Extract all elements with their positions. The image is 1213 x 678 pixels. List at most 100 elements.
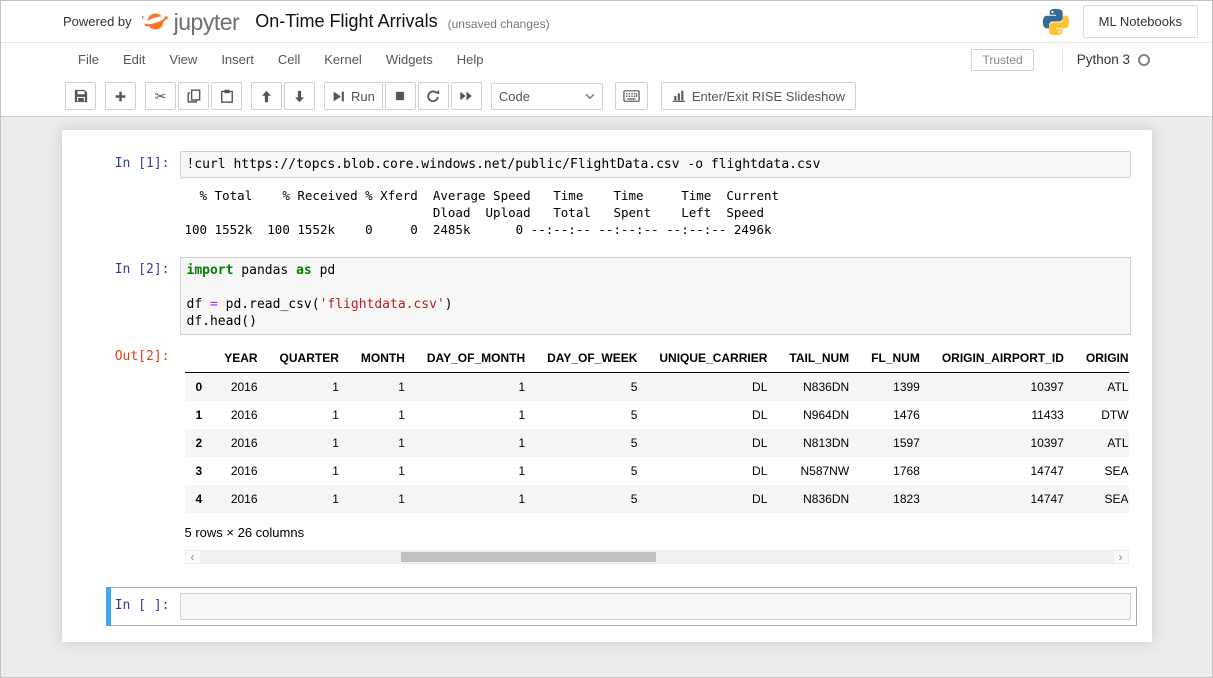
- cell-3-in-prompt: In [ ]:: [112, 593, 180, 620]
- arrow-up-icon: [260, 90, 273, 103]
- keyboard-icon: [623, 89, 640, 103]
- ml-notebooks-button[interactable]: ML Notebooks: [1083, 5, 1198, 38]
- cell-1-output-prompt: [112, 178, 180, 242]
- menu-insert[interactable]: Insert: [209, 45, 266, 74]
- cell-2-in-prompt: In [2]:: [112, 257, 180, 335]
- cell-1-in-prompt: In [1]:: [112, 151, 180, 178]
- move-cell-down-button[interactable]: [284, 82, 315, 110]
- copy-icon: [187, 89, 201, 103]
- dataframe-cell: 1: [416, 373, 536, 402]
- code-cell-3-selected[interactable]: In [ ]:: [106, 587, 1137, 626]
- dataframe-cell: ATL: [1075, 373, 1129, 402]
- jupyter-planet-icon: [142, 8, 169, 35]
- dataframe-column-header: FL_NUM: [860, 344, 931, 373]
- curl-progress-output: % Total % Received % Xferd Average Speed…: [185, 187, 1129, 238]
- code-cell-1[interactable]: In [1]: !curl https://topcs.blob.core.wi…: [106, 145, 1137, 248]
- browser-window: Powered by jupyter On-Time Flight Arriva…: [0, 0, 1213, 678]
- plus-icon: [114, 90, 127, 103]
- cell-type-select[interactable]: Code: [491, 83, 603, 110]
- cell-2-out-prompt: Out[2]:: [112, 335, 180, 568]
- notebook-title[interactable]: On-Time Flight Arrivals: [255, 11, 437, 32]
- dataframe-cell: 14747: [931, 485, 1075, 513]
- dataframe-cell: 2016: [213, 457, 268, 485]
- scroll-left-arrow-icon[interactable]: ‹: [186, 551, 200, 563]
- move-cell-up-button[interactable]: [251, 82, 282, 110]
- cell-1-output-row: % Total % Received % Xferd Average Speed…: [112, 178, 1131, 242]
- dataframe-cell: 5: [536, 457, 648, 485]
- dataframe-cell: DL: [648, 485, 778, 513]
- dataframe-column-header: ORIGIN: [1075, 344, 1129, 373]
- dataframe-cell: 5: [536, 401, 648, 429]
- menubar-right: Trusted Python 3: [971, 49, 1150, 71]
- notebook-container: In [1]: !curl https://topcs.blob.core.wi…: [1, 117, 1212, 677]
- dataframe-cell: ATL: [1075, 429, 1129, 457]
- horizontal-scrollbar[interactable]: ‹ ›: [185, 550, 1129, 564]
- dataframe-row: 220161115DLN813DN159710397ATL...: [185, 429, 1129, 457]
- dataframe-row-index: 2: [185, 429, 214, 457]
- restart-kernel-button[interactable]: [418, 82, 449, 110]
- dataframe-cell: SEA: [1075, 457, 1129, 485]
- dataframe-cell: 2016: [213, 401, 268, 429]
- cell-1-code: !curl https://topcs.blob.core.windows.ne…: [187, 156, 1124, 173]
- save-button[interactable]: [65, 82, 96, 110]
- dataframe-cell: DL: [648, 373, 778, 402]
- dataframe-column-header: QUARTER: [269, 344, 350, 373]
- cell-2-output-row: Out[2]: YEARQUARTERMONTHDAY_OF_MONTHDAY_…: [112, 335, 1131, 568]
- dataframe-row-index: 3: [185, 457, 214, 485]
- dataframe-header-row: YEARQUARTERMONTHDAY_OF_MONTHDAY_OF_WEEKU…: [185, 344, 1129, 373]
- save-icon: [74, 89, 88, 103]
- menu-help[interactable]: Help: [445, 45, 496, 74]
- dataframe-cell: 2016: [213, 429, 268, 457]
- interrupt-kernel-button[interactable]: [385, 82, 416, 110]
- paste-cell-button[interactable]: [211, 82, 242, 110]
- dataframe-cell: 1: [269, 429, 350, 457]
- cell-3-input-row: In [ ]:: [112, 593, 1131, 620]
- dataframe-column-header: DAY_OF_WEEK: [536, 344, 648, 373]
- dataframe-cell: 1597: [860, 429, 931, 457]
- restart-run-all-button[interactable]: [451, 82, 482, 110]
- menu-cell[interactable]: Cell: [266, 45, 312, 74]
- dataframe-cell: 1399: [860, 373, 931, 402]
- dataframe-cell: N813DN: [778, 429, 860, 457]
- notebook-header: Powered by jupyter On-Time Flight Arriva…: [1, 1, 1212, 43]
- menu-widgets[interactable]: Widgets: [374, 45, 445, 74]
- scroll-right-arrow-icon[interactable]: ›: [1114, 551, 1128, 563]
- scrollbar-thumb[interactable]: [401, 552, 657, 562]
- cell-type-value: Code: [499, 89, 530, 104]
- run-cell-button[interactable]: Run: [324, 82, 383, 110]
- menu-file[interactable]: File: [66, 45, 111, 74]
- rise-slideshow-button[interactable]: Enter/Exit RISE Slideshow: [661, 82, 856, 110]
- code-cell-2[interactable]: In [2]: import pandas as pd df = pd.read…: [106, 251, 1137, 574]
- cell-1-input-row: In [1]: !curl https://topcs.blob.core.wi…: [112, 151, 1131, 178]
- restart-icon: [426, 89, 440, 103]
- dataframe-cell: 10397: [931, 373, 1075, 402]
- cell-3-code-editor[interactable]: [180, 593, 1131, 620]
- checkpoint-status: (unsaved changes): [448, 17, 550, 31]
- stop-icon: [394, 90, 406, 102]
- dataframe-cell: 14747: [931, 457, 1075, 485]
- cell-1-code-editor[interactable]: !curl https://topcs.blob.core.windows.ne…: [180, 151, 1131, 178]
- trusted-badge[interactable]: Trusted: [971, 49, 1033, 71]
- menu-kernel[interactable]: Kernel: [312, 45, 374, 74]
- dataframe-cell: DL: [648, 401, 778, 429]
- dataframe-cell: 5: [536, 373, 648, 402]
- dataframe-column-header: MONTH: [350, 344, 416, 373]
- dataframe-cell: 5: [536, 429, 648, 457]
- dataframe-cell: N836DN: [778, 485, 860, 513]
- menu-view[interactable]: View: [157, 45, 209, 74]
- dataframe-cell: 1: [350, 485, 416, 513]
- dataframe-cell: DTW: [1075, 401, 1129, 429]
- add-cell-button[interactable]: [105, 82, 136, 110]
- menu-edit[interactable]: Edit: [111, 45, 157, 74]
- cell-1-output-area: % Total % Received % Xferd Average Speed…: [180, 178, 1131, 242]
- arrow-down-icon: [293, 90, 306, 103]
- copy-cell-button[interactable]: [178, 82, 209, 110]
- dataframe-cell: 1: [269, 373, 350, 402]
- run-label: Run: [351, 89, 375, 104]
- jupyter-logo: jupyter: [142, 8, 240, 35]
- cut-cell-button[interactable]: ✂: [145, 82, 176, 110]
- dataframe-cell: DL: [648, 457, 778, 485]
- command-palette-button[interactable]: [615, 82, 648, 110]
- cell-2-code-editor[interactable]: import pandas as pd df = pd.read_csv('fl…: [180, 257, 1131, 335]
- scrollbar-track[interactable]: [200, 551, 1114, 563]
